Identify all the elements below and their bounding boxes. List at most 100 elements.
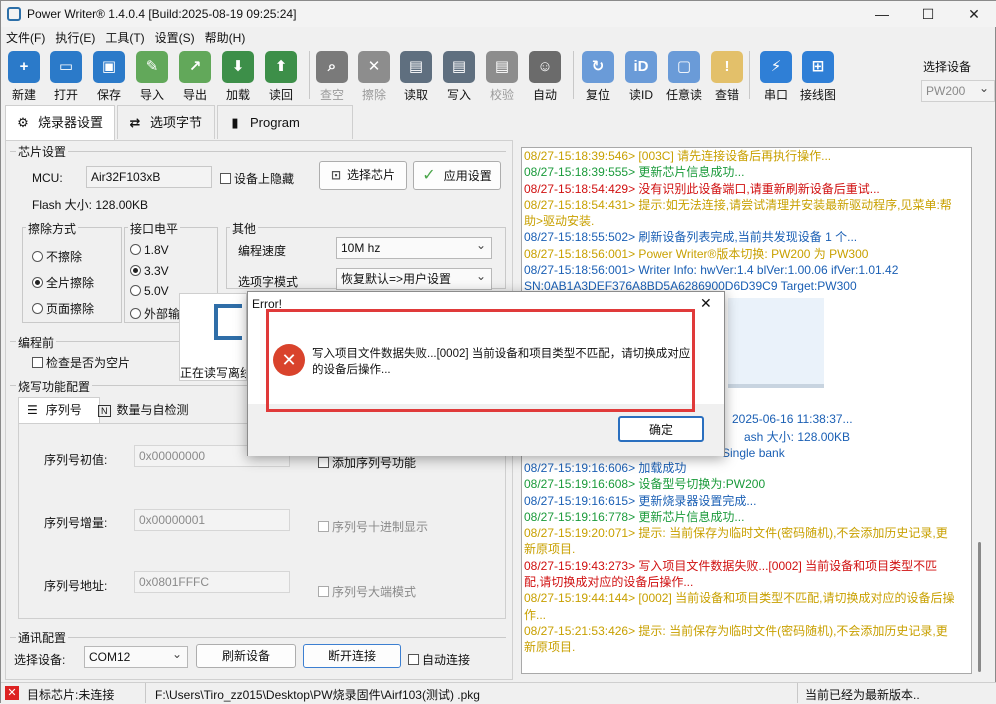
mcu-field[interactable]: Air32F103xB xyxy=(86,166,212,188)
power-writer-window: Power Writer® 1.4.0.4 [Build:2025-08-19 … xyxy=(0,0,996,704)
log-line: 08/27-15:18:56:001> Writer Info: hwVer:1… xyxy=(524,263,899,278)
log-line: 08/27-15:18:54:429> 没有识别此设备端口,请重新刷新设备后重试… xyxy=(524,181,880,196)
serial-big-endian-checkbox[interactable]: 序列号大端模式 xyxy=(318,583,416,600)
option-byte-icon: ⇄ xyxy=(129,115,141,130)
log-splash-image xyxy=(728,298,824,388)
refresh-devices-button[interactable]: 刷新设备 xyxy=(196,644,296,668)
serial-decimal-label: 序列号十进制显示 xyxy=(332,520,429,534)
tab-program-memory[interactable]: ▮Program Memory xyxy=(217,105,353,164)
serial-decimal-checkbox[interactable]: 序列号十进制显示 xyxy=(318,518,428,535)
erase-full-radio[interactable]: 全片擦除 xyxy=(32,274,94,291)
toolbar-button-4[interactable]: ↗ 导出 xyxy=(174,51,216,103)
memory-icon: ▮ xyxy=(231,115,239,130)
serial-address-field[interactable]: 0x0801FFFC xyxy=(134,571,290,593)
toolbar-button-15[interactable]: ▢ 任意读 xyxy=(663,51,705,103)
menu-tools[interactable]: 工具(T) xyxy=(100,27,149,48)
serial-increment-field[interactable]: 0x00000001 xyxy=(134,509,290,531)
toolbar-button-7[interactable]: ⌕ 查空 xyxy=(311,51,353,103)
check-blank-checkbox[interactable]: 检查是否为空片 xyxy=(32,354,130,371)
level-label: 5.0V xyxy=(144,284,169,298)
toolbar-button-8[interactable]: ✕ 擦除 xyxy=(353,51,395,103)
log-line: 08/27-15:21:53:426> 提示: 当前保存为临时文件(密码随机),… xyxy=(524,623,948,638)
toolbar-button-label: 加载 xyxy=(225,88,250,102)
log-text: Single bank xyxy=(722,446,785,460)
tab-label: 烧录器设置 xyxy=(38,115,104,130)
tab-serial-number[interactable]: ☰ 序列号 xyxy=(18,397,100,423)
toolbar-button-5[interactable]: ⬇ 加载 xyxy=(217,51,259,103)
log-scrollbar[interactable] xyxy=(972,147,988,674)
toolbar-button-11[interactable]: ▤ 校验 xyxy=(481,51,523,103)
erase-page-radio[interactable]: 页面擦除 xyxy=(32,300,94,317)
close-button[interactable]: ✕ xyxy=(951,1,996,27)
log-line: 08/27-15:19:16:606> 加载成功 xyxy=(524,461,687,475)
erase-mode-title: 擦除方式 xyxy=(26,220,79,237)
erase-full-label: 全片擦除 xyxy=(46,276,95,290)
hide-on-device-label: 设备上隐藏 xyxy=(234,172,295,186)
chip-settings-title: 芯片设置 xyxy=(16,143,69,160)
log-line: 08/27-15:19:44:144> [0002] 当前设备和项目类型不匹配,… xyxy=(524,591,955,606)
maximize-button[interactable]: ☐ xyxy=(905,1,951,27)
toolbar-button-6[interactable]: ⬆ 读回 xyxy=(260,51,302,103)
mcu-label: MCU: xyxy=(32,171,63,185)
toolbar-button-18[interactable]: ⊞ 接线图 xyxy=(797,51,839,103)
toolbar-button-2[interactable]: ▣ 保存 xyxy=(88,51,130,103)
apply-settings-button[interactable]: ✓ 应用设置 xyxy=(413,161,501,190)
dialog-close-button[interactable]: ✕ xyxy=(700,295,712,312)
option-mode-select[interactable]: 恢复默认=>用户设置 xyxy=(336,266,492,290)
menu-settings[interactable]: 设置(S) xyxy=(150,27,200,48)
log-text: ash 大小: 128.00KB xyxy=(744,430,851,444)
speed-select[interactable]: 10M hz xyxy=(336,235,492,259)
auto-connect-checkbox[interactable]: 自动连接 xyxy=(408,651,470,668)
tab-programmer-settings[interactable]: ⚙ 烧录器设置 xyxy=(5,105,115,141)
log-line: 配,请切换成对应的设备后操作... xyxy=(524,575,694,590)
toolbar-button-17[interactable]: ⚡ 串口 xyxy=(755,51,797,103)
target-chip-status: 目标芯片:未连接 xyxy=(27,688,115,702)
erase-icon: ✕ xyxy=(358,51,390,83)
toolbar-button-9[interactable]: ▤ 读取 xyxy=(395,51,437,103)
hide-on-device-checkbox[interactable]: 设备上隐藏 xyxy=(220,170,294,187)
new-icon: + xyxy=(8,51,40,83)
power-writer-logo-icon xyxy=(214,304,242,340)
log-line: 08/27-15:18:39:555> 更新芯片信息成功... xyxy=(524,165,745,180)
tab-count-selftest[interactable]: N 数量与自检测 xyxy=(98,399,189,421)
menu-execute[interactable]: 执行(E) xyxy=(50,27,100,48)
add-serial-checkbox[interactable]: 添加序列号功能 xyxy=(318,454,416,471)
minimize-button[interactable]: — xyxy=(859,1,905,27)
disconnect-button[interactable]: 断开连接 xyxy=(303,644,401,668)
menu-help[interactable]: 帮助(H) xyxy=(200,27,251,48)
level-5v0-radio[interactable]: 5.0V xyxy=(130,284,169,298)
tab-option-bytes[interactable]: ⇄ 选项字节 xyxy=(117,105,215,139)
toolbar-button-label: 复位 xyxy=(585,88,610,102)
toolbar-button-1[interactable]: ▭ 打开 xyxy=(45,51,87,103)
toolbar-button-14[interactable]: iD 读ID xyxy=(620,51,662,103)
other-title: 其他 xyxy=(230,220,259,237)
com-port-select[interactable]: COM12 xyxy=(84,644,188,668)
device-select[interactable]: PW200 xyxy=(921,78,995,102)
toolbar-separator xyxy=(749,51,750,99)
toolbar-button-10[interactable]: ▤ 写入 xyxy=(438,51,480,103)
level-external-radio[interactable]: 外部输 xyxy=(130,305,180,322)
toolbar-button-label: 校验 xyxy=(489,88,514,102)
scrollbar-thumb[interactable] xyxy=(978,542,981,672)
toolbar-button-13[interactable]: ↻ 复位 xyxy=(577,51,619,103)
toolbar-button-label: 打开 xyxy=(53,88,78,102)
level-3v3-radio[interactable]: 3.3V xyxy=(130,264,169,278)
pre-programming-title: 编程前 xyxy=(16,334,57,351)
toolbar-button-3[interactable]: ✎ 导入 xyxy=(131,51,173,103)
erase-none-label: 不擦除 xyxy=(46,250,83,264)
ok-button[interactable]: 确定 xyxy=(618,416,704,442)
erase-none-radio[interactable]: 不擦除 xyxy=(32,248,82,265)
comm-config-title: 通讯配置 xyxy=(16,629,69,646)
toolbar-button-16[interactable]: ! 查错 xyxy=(706,51,748,103)
toolbar-button-label: 擦除 xyxy=(361,88,386,102)
serial-increment-label: 序列号增量: xyxy=(44,516,108,530)
toolbar-separator xyxy=(573,51,574,99)
serial-address-label: 序列号地址: xyxy=(44,579,108,593)
menu-file[interactable]: 文件(F) xyxy=(1,27,50,48)
level-1v8-radio[interactable]: 1.8V xyxy=(130,243,169,257)
toolbar-separator xyxy=(309,51,310,99)
toolbar-button-0[interactable]: + 新建 xyxy=(3,51,45,103)
toolbar-button-12[interactable]: ☺ 自动 xyxy=(524,51,566,103)
error-check-icon: ! xyxy=(711,51,743,83)
select-chip-button[interactable]: ⊡ 选择芯片 xyxy=(319,161,407,190)
